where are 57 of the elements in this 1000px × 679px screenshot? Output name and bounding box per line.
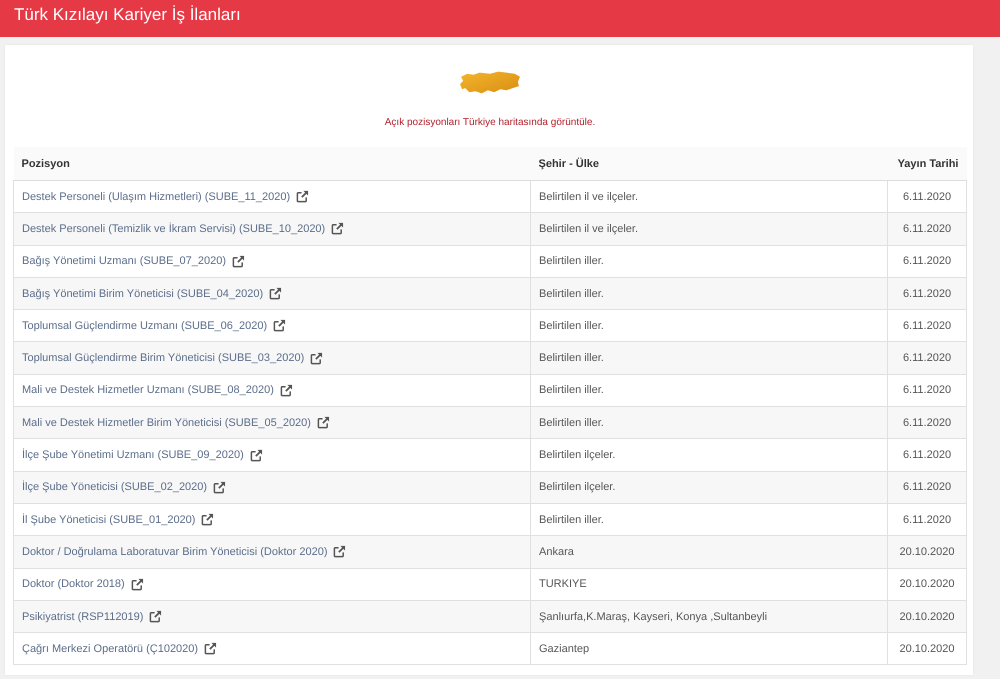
position-link[interactable]: Toplumsal Güçlendirme Uzmanı (SUBE_06_2020)	[22, 320, 268, 332]
position-link[interactable]: Mali ve Destek Hizmetler Uzmanı (SUBE_08_2020)	[22, 384, 274, 396]
external-link-icon[interactable]	[333, 545, 346, 558]
location-cell: TURKIYE	[530, 568, 888, 600]
position-link[interactable]: İl Şube Yöneticisi (SUBE_01_2020)	[22, 514, 196, 526]
external-link-icon[interactable]	[316, 416, 330, 430]
location-cell: Belirtilen iller.	[530, 342, 888, 374]
location-cell: Gaziantep	[530, 632, 888, 665]
external-link-icon[interactable]	[310, 352, 324, 365]
position-link[interactable]: Destek Personeli (Temizlik ve İkram Servisi) (SUBE_10_2020)	[22, 222, 326, 235]
location-cell: Belirtilen ilçeler.	[530, 471, 888, 504]
location-cell: Belirtilen iller.	[530, 245, 888, 278]
external-link-icon[interactable]	[269, 287, 282, 300]
column-header: Pozisyon	[14, 147, 530, 180]
location-cell: Belirtilen ilçeler.	[530, 438, 888, 472]
external-link-icon[interactable]	[149, 610, 162, 623]
external-link-icon[interactable]	[296, 190, 310, 204]
external-link-icon[interactable]	[130, 578, 144, 591]
position-link[interactable]: Mali ve Destek Hizmetler Birim Yöneticisi (SUBE_05_2020)	[22, 416, 311, 429]
column-header: Yayın Tarihi	[888, 147, 966, 180]
position-link[interactable]: Doktor (Doktor 2018)	[22, 578, 125, 590]
location-cell: Belirtilen iller.	[530, 406, 888, 439]
external-link-icon[interactable]	[213, 480, 226, 494]
location-cell: Belirtilen il ve ilçeler.	[530, 212, 888, 246]
external-link-icon[interactable]	[201, 513, 214, 526]
position-link[interactable]: Bağış Yönetimi Birim Yöneticisi (SUBE_04_2020)	[22, 288, 264, 300]
location-cell: Şanlıurfa,K.Maraş, Kayseri, Konya ,Sultanbeyli	[530, 600, 888, 633]
date-cell: 20.10.2020	[888, 600, 966, 633]
position-link[interactable]: Toplumsal Güçlendirme Birim Yöneticisi (SUBE_03_2020)	[22, 352, 304, 364]
external-link-icon[interactable]	[331, 222, 344, 236]
position-link[interactable]: İlçe Şube Yönetimi Uzmanı (SUBE_09_2020)	[22, 449, 244, 462]
location-cell: Belirtilen iller.	[530, 277, 888, 310]
external-link-icon[interactable]	[204, 642, 218, 656]
position-link[interactable]: Bağış Yönetimi Uzmanı (SUBE_07_2020)	[22, 255, 226, 268]
column-header: Şehir - Ülke	[530, 147, 888, 180]
date-cell: 6.11.2020	[888, 438, 966, 472]
external-link-icon[interactable]	[232, 254, 246, 268]
date-cell: 20.10.2020	[888, 568, 966, 600]
location-cell: Ankara	[530, 536, 888, 568]
date-cell: 20.10.2020	[888, 632, 966, 665]
position-link[interactable]: İlçe Şube Yöneticisi (SUBE_02_2020)	[22, 481, 208, 494]
date-cell: 6.11.2020	[888, 342, 966, 374]
date-cell: 6.11.2020	[888, 277, 966, 310]
position-link[interactable]: Destek Personeli (Ulaşım Hizmetleri) (SUBE_11_2020)	[22, 190, 290, 203]
date-cell: 6.11.2020	[888, 245, 966, 278]
position-link[interactable]: Çağrı Merkezi Operatörü (Ç102020)	[22, 642, 198, 655]
date-cell: 6.11.2020	[888, 471, 966, 504]
map-link[interactable]: Açık pozisyonları Türkiye haritasında görüntüle.	[384, 117, 596, 128]
position-link[interactable]: Psikiyatrist (RSP112019)	[22, 610, 144, 622]
external-link-icon[interactable]	[273, 319, 286, 332]
external-link-icon[interactable]	[280, 384, 293, 397]
date-cell: 6.11.2020	[888, 212, 966, 246]
position-link[interactable]: Doktor / Doğrulama Laboratuvar Birim Yöneticisi (Doktor 2020)	[22, 546, 328, 558]
date-cell: 6.11.2020	[888, 406, 966, 439]
page-title: Türk Kızılayı Kariyer İş İlanları	[14, 4, 241, 26]
date-cell: 20.10.2020	[888, 536, 966, 568]
external-link-icon[interactable]	[250, 448, 263, 462]
